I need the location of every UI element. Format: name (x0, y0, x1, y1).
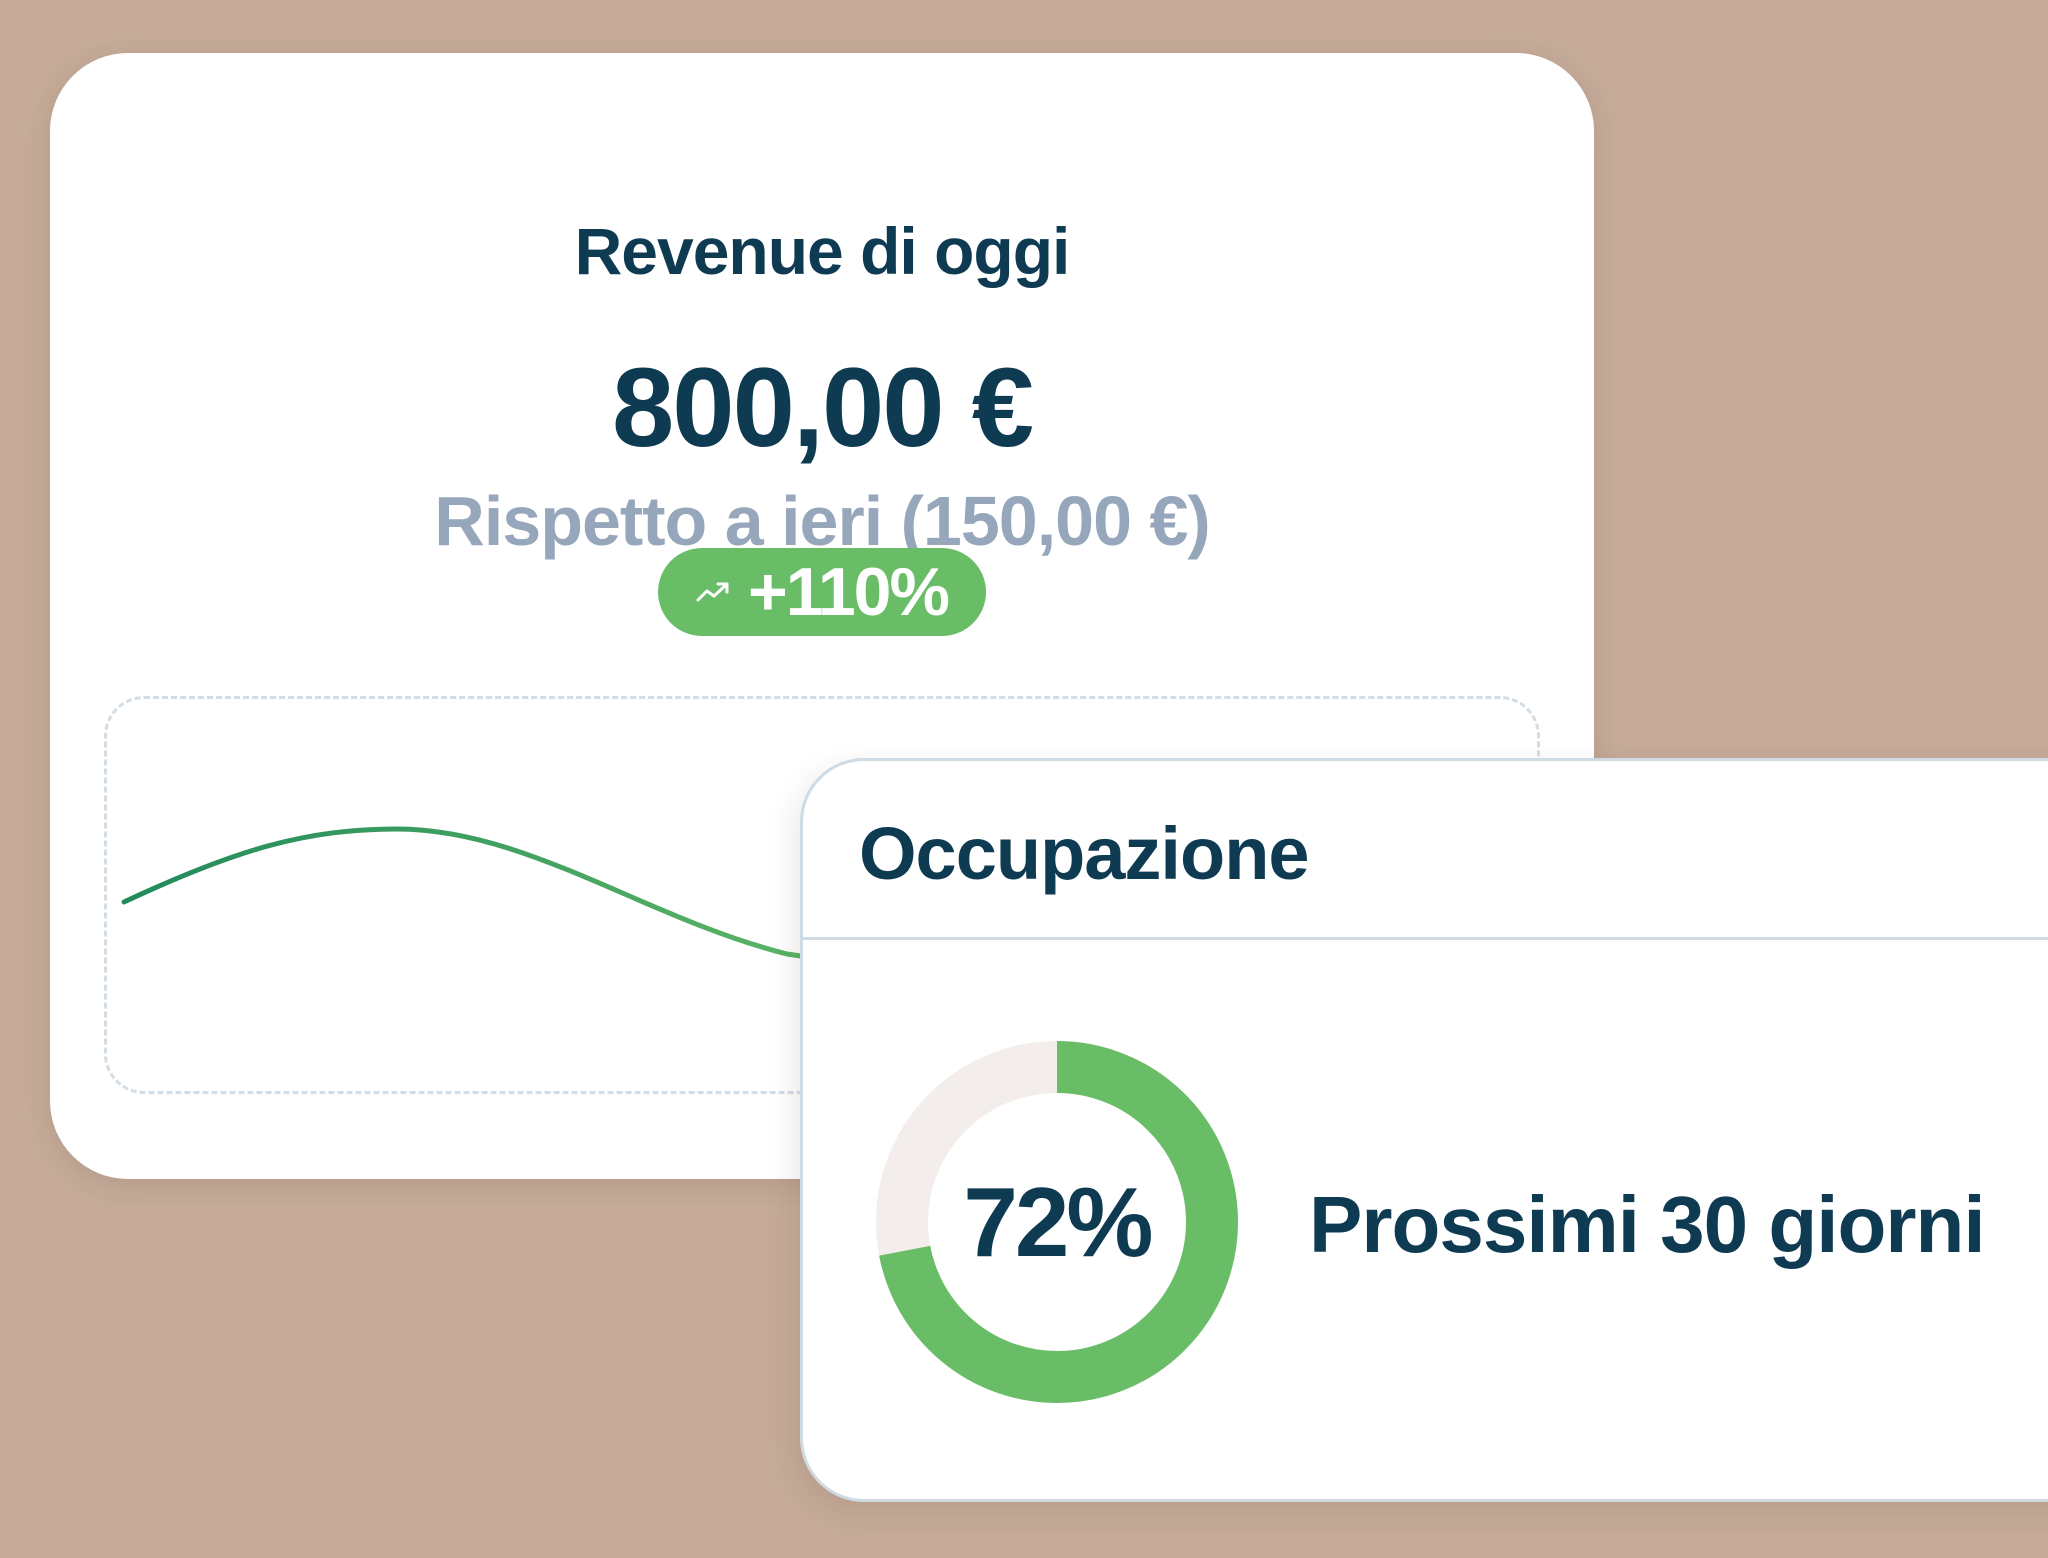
trending-up-icon (696, 580, 730, 604)
revenue-change-label: +110% (748, 554, 950, 630)
occupancy-divider (803, 937, 2048, 940)
occupancy-period-label: Prossimi 30 giorni (1309, 1180, 1986, 1269)
revenue-title: Revenue di oggi (574, 214, 1071, 288)
occupancy-percentage: 72% (963, 1166, 1153, 1277)
revenue-change-badge: +110% (658, 548, 986, 636)
occupancy-title: Occupazione (859, 812, 1310, 895)
occupancy-card: Occupazione 72% Prossimi 30 giorni (800, 758, 2048, 1502)
revenue-amount: 800,00 € (612, 345, 1034, 470)
